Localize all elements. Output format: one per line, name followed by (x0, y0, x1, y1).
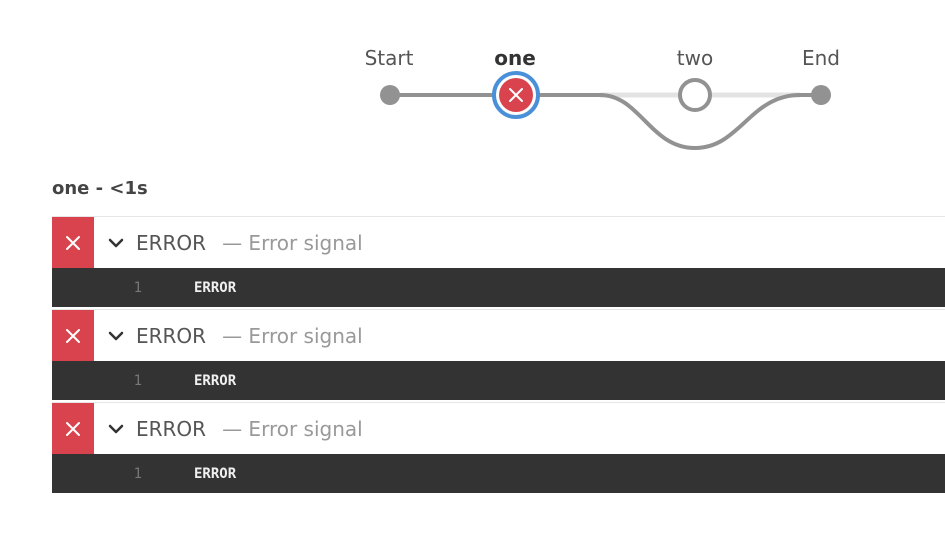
stage-node-one[interactable] (492, 71, 540, 119)
stage-label-start: Start (364, 46, 414, 70)
step-name: ERROR (136, 323, 207, 348)
step-name: ERROR (136, 230, 207, 255)
step-status-failed (52, 403, 94, 454)
step-log: 1 ERROR (52, 454, 945, 493)
step-item: ERROR — Error signal 1 ERROR (52, 309, 945, 400)
step-status-failed (52, 217, 94, 268)
step-description: — Error signal (222, 230, 363, 255)
log-line-text: ERROR (194, 279, 237, 296)
step-item: ERROR — Error signal 1 ERROR (52, 216, 945, 307)
start-node[interactable] (380, 85, 400, 105)
close-icon (66, 421, 80, 436)
log-line-text: ERROR (194, 372, 237, 389)
log-line-number[interactable]: 1 (52, 280, 142, 296)
log-line-number[interactable]: 1 (52, 466, 142, 482)
stage-label-end: End (801, 46, 841, 70)
stage-heading: one - <1s (52, 178, 148, 199)
log-line-text: ERROR (194, 465, 237, 482)
close-icon (66, 235, 80, 250)
chevron-down-icon[interactable] (106, 233, 126, 253)
pipeline-connector (390, 93, 821, 151)
end-node[interactable] (811, 85, 831, 105)
chevron-down-icon[interactable] (106, 326, 126, 346)
log-line-number[interactable]: 1 (52, 373, 142, 389)
step-header[interactable]: ERROR — Error signal (52, 309, 945, 361)
close-icon (66, 328, 80, 343)
step-header[interactable]: ERROR — Error signal (52, 216, 945, 268)
chevron-down-icon[interactable] (106, 419, 126, 439)
step-status-failed (52, 310, 94, 361)
stage-node-two[interactable] (678, 78, 712, 112)
stage-label-one[interactable]: one (494, 46, 536, 70)
step-description: — Error signal (222, 416, 363, 441)
step-log: 1 ERROR (52, 361, 945, 400)
step-log: 1 ERROR (52, 268, 945, 307)
pipeline-graph (380, 71, 831, 151)
stage-label-two[interactable]: two (677, 46, 713, 70)
step-name: ERROR (136, 416, 207, 441)
step-list: ERROR — Error signal 1 ERROR ERROR — Err… (52, 216, 945, 493)
step-header[interactable]: ERROR — Error signal (52, 402, 945, 454)
step-item: ERROR — Error signal 1 ERROR (52, 402, 945, 493)
step-description: — Error signal (222, 323, 363, 348)
